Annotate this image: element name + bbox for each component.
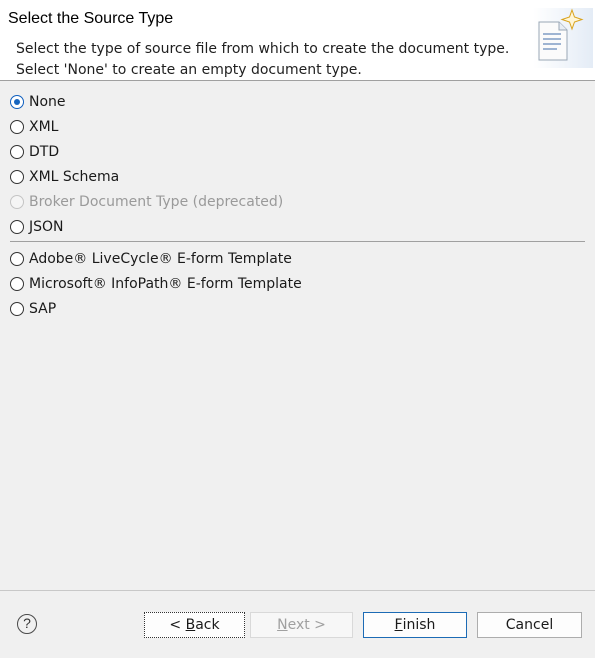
finish-button[interactable]: Finish xyxy=(363,612,467,638)
option-label: SAP xyxy=(29,301,57,317)
page-description-line-2: Select 'None' to create an empty documen… xyxy=(16,62,362,78)
radio-broker-document-type: Broker Document Type (deprecated) xyxy=(10,192,283,212)
wizard-header: Select the Source Type Select the type o… xyxy=(0,0,595,81)
cancel-button[interactable]: Cancel xyxy=(477,612,582,638)
radio-indicator[interactable] xyxy=(10,145,24,159)
back-button[interactable]: < Back xyxy=(144,612,245,638)
option-label: Adobe® LiveCycle® E-form Template xyxy=(29,251,292,267)
option-label: DTD xyxy=(29,144,60,160)
option-label: XML Schema xyxy=(29,169,120,185)
back-prefix: < xyxy=(169,617,186,633)
next-mnemonic: N xyxy=(277,617,288,633)
option-label: JSON xyxy=(29,219,64,235)
radio-sap[interactable]: SAP xyxy=(10,299,56,319)
page-title: Select the Source Type xyxy=(8,10,174,27)
finish-rest: inish xyxy=(402,617,436,633)
radio-indicator[interactable] xyxy=(10,302,24,316)
wizard-document-sparkle-icon xyxy=(533,8,593,68)
radio-indicator[interactable] xyxy=(10,120,24,134)
radio-indicator[interactable] xyxy=(10,277,24,291)
radio-indicator[interactable] xyxy=(10,220,24,234)
option-label: Broker Document Type (deprecated) xyxy=(29,194,284,210)
help-icon[interactable]: ? xyxy=(17,614,37,634)
finish-mnemonic: F xyxy=(394,617,403,633)
options-separator xyxy=(10,241,585,242)
radio-selected-indicator[interactable] xyxy=(10,95,24,109)
next-button: Next > xyxy=(250,612,353,638)
radio-microsoft-infopath[interactable]: Microsoft® InfoPath® E-form Template xyxy=(10,274,302,294)
radio-xml-schema[interactable]: XML Schema xyxy=(10,167,119,187)
option-label: XML xyxy=(29,119,59,135)
back-mnemonic: B xyxy=(185,617,196,633)
radio-dtd[interactable]: DTD xyxy=(10,142,59,162)
option-label: None xyxy=(29,94,66,110)
radio-none[interactable]: None xyxy=(10,92,66,112)
footer-separator xyxy=(0,590,595,591)
radio-json[interactable]: JSON xyxy=(10,217,64,237)
back-rest: ack xyxy=(195,617,220,633)
page-description-line-1: Select the type of source file from whic… xyxy=(16,41,510,57)
cancel-label: Cancel xyxy=(505,617,554,633)
radio-xml[interactable]: XML xyxy=(10,117,58,137)
option-label: Microsoft® InfoPath® E-form Template xyxy=(29,276,302,292)
next-rest: ext > xyxy=(287,617,326,633)
radio-adobe-livecycle[interactable]: Adobe® LiveCycle® E-form Template xyxy=(10,249,292,269)
radio-indicator[interactable] xyxy=(10,252,24,266)
radio-indicator-disabled xyxy=(10,195,24,209)
radio-indicator[interactable] xyxy=(10,170,24,184)
